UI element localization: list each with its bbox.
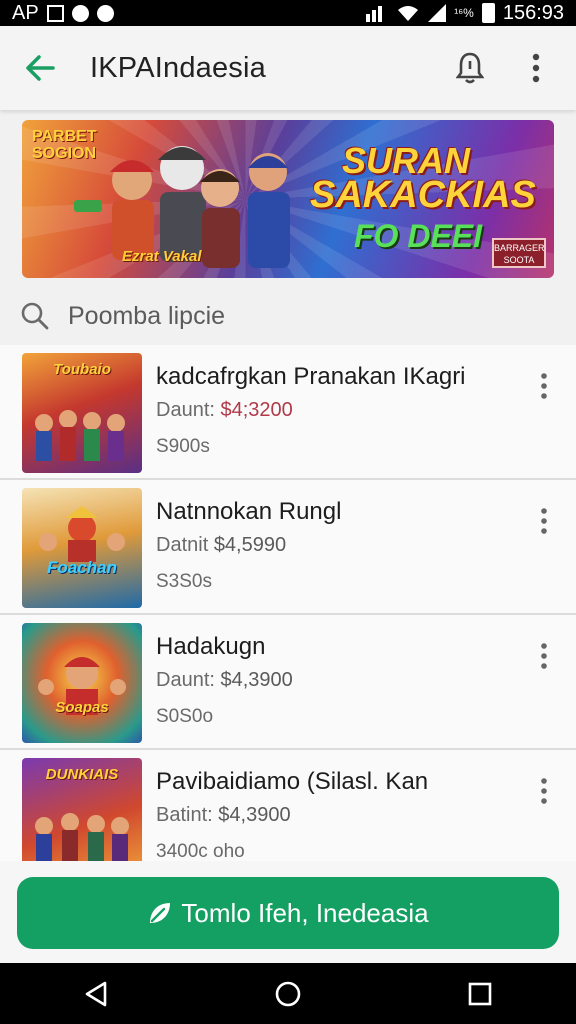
- item-price: $4,3900: [218, 804, 291, 826]
- more-vert-icon: [541, 778, 547, 804]
- bottom-action-area: Tomlo Ifeh, Inedeasia: [0, 861, 576, 963]
- thumbnail-illustration: [35, 813, 129, 861]
- thumbnail-label: Soapas: [55, 699, 109, 716]
- item-thumbnail: Toubaio: [22, 353, 142, 473]
- item-thumbnail: Soapas: [22, 623, 142, 743]
- banner-tag: PARBET SOGION: [32, 128, 97, 162]
- circle-home-icon: [275, 981, 301, 1006]
- banner-badge: BARRAGER SOOTA: [492, 238, 546, 268]
- clock-text: 156:93: [502, 1, 564, 24]
- cta-label: Tomlo Ifeh, Inedeasia: [181, 897, 429, 928]
- item-meta: S0S0o: [156, 706, 214, 727]
- page-title: IKPAIndaesia: [90, 51, 266, 84]
- thumbnail-illustration: [35, 410, 125, 461]
- game-list: Toubaio kadcafrgkan Pranakan IKagri Daun…: [0, 345, 576, 861]
- signal-icon: [366, 6, 383, 22]
- banner-headline-3: FO DEEI: [354, 218, 483, 254]
- search-bar[interactable]: Poomba lipcie: [0, 288, 576, 344]
- nav-recents-button[interactable]: [460, 974, 500, 1014]
- thumbnail-illustration: [38, 657, 126, 715]
- more-vert-icon: [541, 373, 547, 399]
- item-more-button[interactable]: [534, 508, 554, 538]
- gallery-icon: [46, 4, 64, 22]
- cell-icon: [428, 4, 447, 22]
- item-meta: S3S0s: [156, 571, 212, 592]
- nav-home-button[interactable]: [268, 974, 308, 1014]
- promo-banner[interactable]: PARBET SOGION Ezrat Vakal SURAN SAKACKIA…: [22, 120, 554, 278]
- circle-icon: [96, 4, 114, 22]
- banner-caption: Ezrat Vakal: [122, 248, 202, 265]
- item-thumbnail: DUNKIAIS: [22, 758, 142, 861]
- more-vert-icon: [541, 643, 547, 669]
- system-nav-bar: [0, 963, 576, 1024]
- item-more-button[interactable]: [534, 778, 554, 808]
- item-price: $4,3900: [220, 669, 293, 691]
- carrier-text: AP: [12, 1, 39, 24]
- more-vert-icon: [541, 508, 547, 534]
- item-more-button[interactable]: [534, 643, 554, 673]
- list-item[interactable]: DUNKIAIS Pavibaidiamo (Silasl. Kan Batin…: [0, 750, 576, 861]
- item-title: Hadakugn: [156, 633, 266, 660]
- list-item[interactable]: Toubaio kadcafrgkan Pranakan IKagri Daun…: [0, 345, 576, 480]
- back-button[interactable]: [22, 50, 58, 86]
- price-label: Batint:: [156, 804, 213, 826]
- thumbnail-label: DUNKIAIS: [45, 766, 119, 783]
- item-more-button[interactable]: [534, 373, 554, 403]
- thumbnail-label: Toubaio: [53, 361, 111, 378]
- item-price: $4;3200: [220, 399, 293, 421]
- primary-cta-button[interactable]: Tomlo Ifeh, Inedeasia: [17, 877, 559, 949]
- wifi-icon: [398, 6, 419, 21]
- item-price: $4,5990: [213, 534, 287, 556]
- arrow-left-icon: [26, 55, 55, 81]
- item-thumbnail: Foachan: [22, 488, 142, 608]
- item-meta: S900s: [156, 436, 210, 457]
- banner-headline-2: SAKACKIAS: [310, 174, 536, 216]
- app-bar: IKPAIndaesia: [0, 26, 576, 110]
- battery-percent: ¹⁶%: [454, 6, 474, 20]
- item-title: Natnnokan Rungl: [156, 498, 342, 525]
- bell-icon: [456, 52, 484, 84]
- notifications-button[interactable]: [454, 48, 486, 88]
- price-label: Daunt:: [156, 399, 215, 421]
- search-input[interactable]: Poomba lipcie: [68, 302, 225, 331]
- price-label: Datnit: [156, 534, 209, 556]
- notification-icon: [71, 4, 89, 22]
- triangle-back-icon: [85, 981, 107, 1006]
- item-title: kadcafrgkan Pranakan IKagri: [156, 363, 466, 390]
- square-recents-icon: [468, 982, 492, 1005]
- list-item[interactable]: Soapas Hadakugn Daunt: $4,3900 S0S0o: [0, 615, 576, 750]
- thumbnail-label: Foachan: [47, 558, 117, 577]
- status-bar: AP ¹⁶% 156:93: [0, 0, 576, 26]
- nav-back-button[interactable]: [76, 974, 116, 1014]
- item-meta: 3400c oho: [156, 841, 245, 861]
- more-vert-icon: [532, 53, 540, 83]
- battery-icon: [481, 3, 495, 23]
- list-item[interactable]: Foachan Natnnokan Rungl Datnit $4,5990 S…: [0, 480, 576, 615]
- thumbnail-illustration: [39, 506, 125, 562]
- item-title: Pavibaidiamo (Silasl. Kan: [156, 768, 429, 795]
- overflow-menu-button[interactable]: [520, 48, 552, 88]
- price-label: Daunt:: [156, 669, 215, 691]
- leaf-icon: [150, 903, 171, 923]
- search-icon: [20, 301, 50, 331]
